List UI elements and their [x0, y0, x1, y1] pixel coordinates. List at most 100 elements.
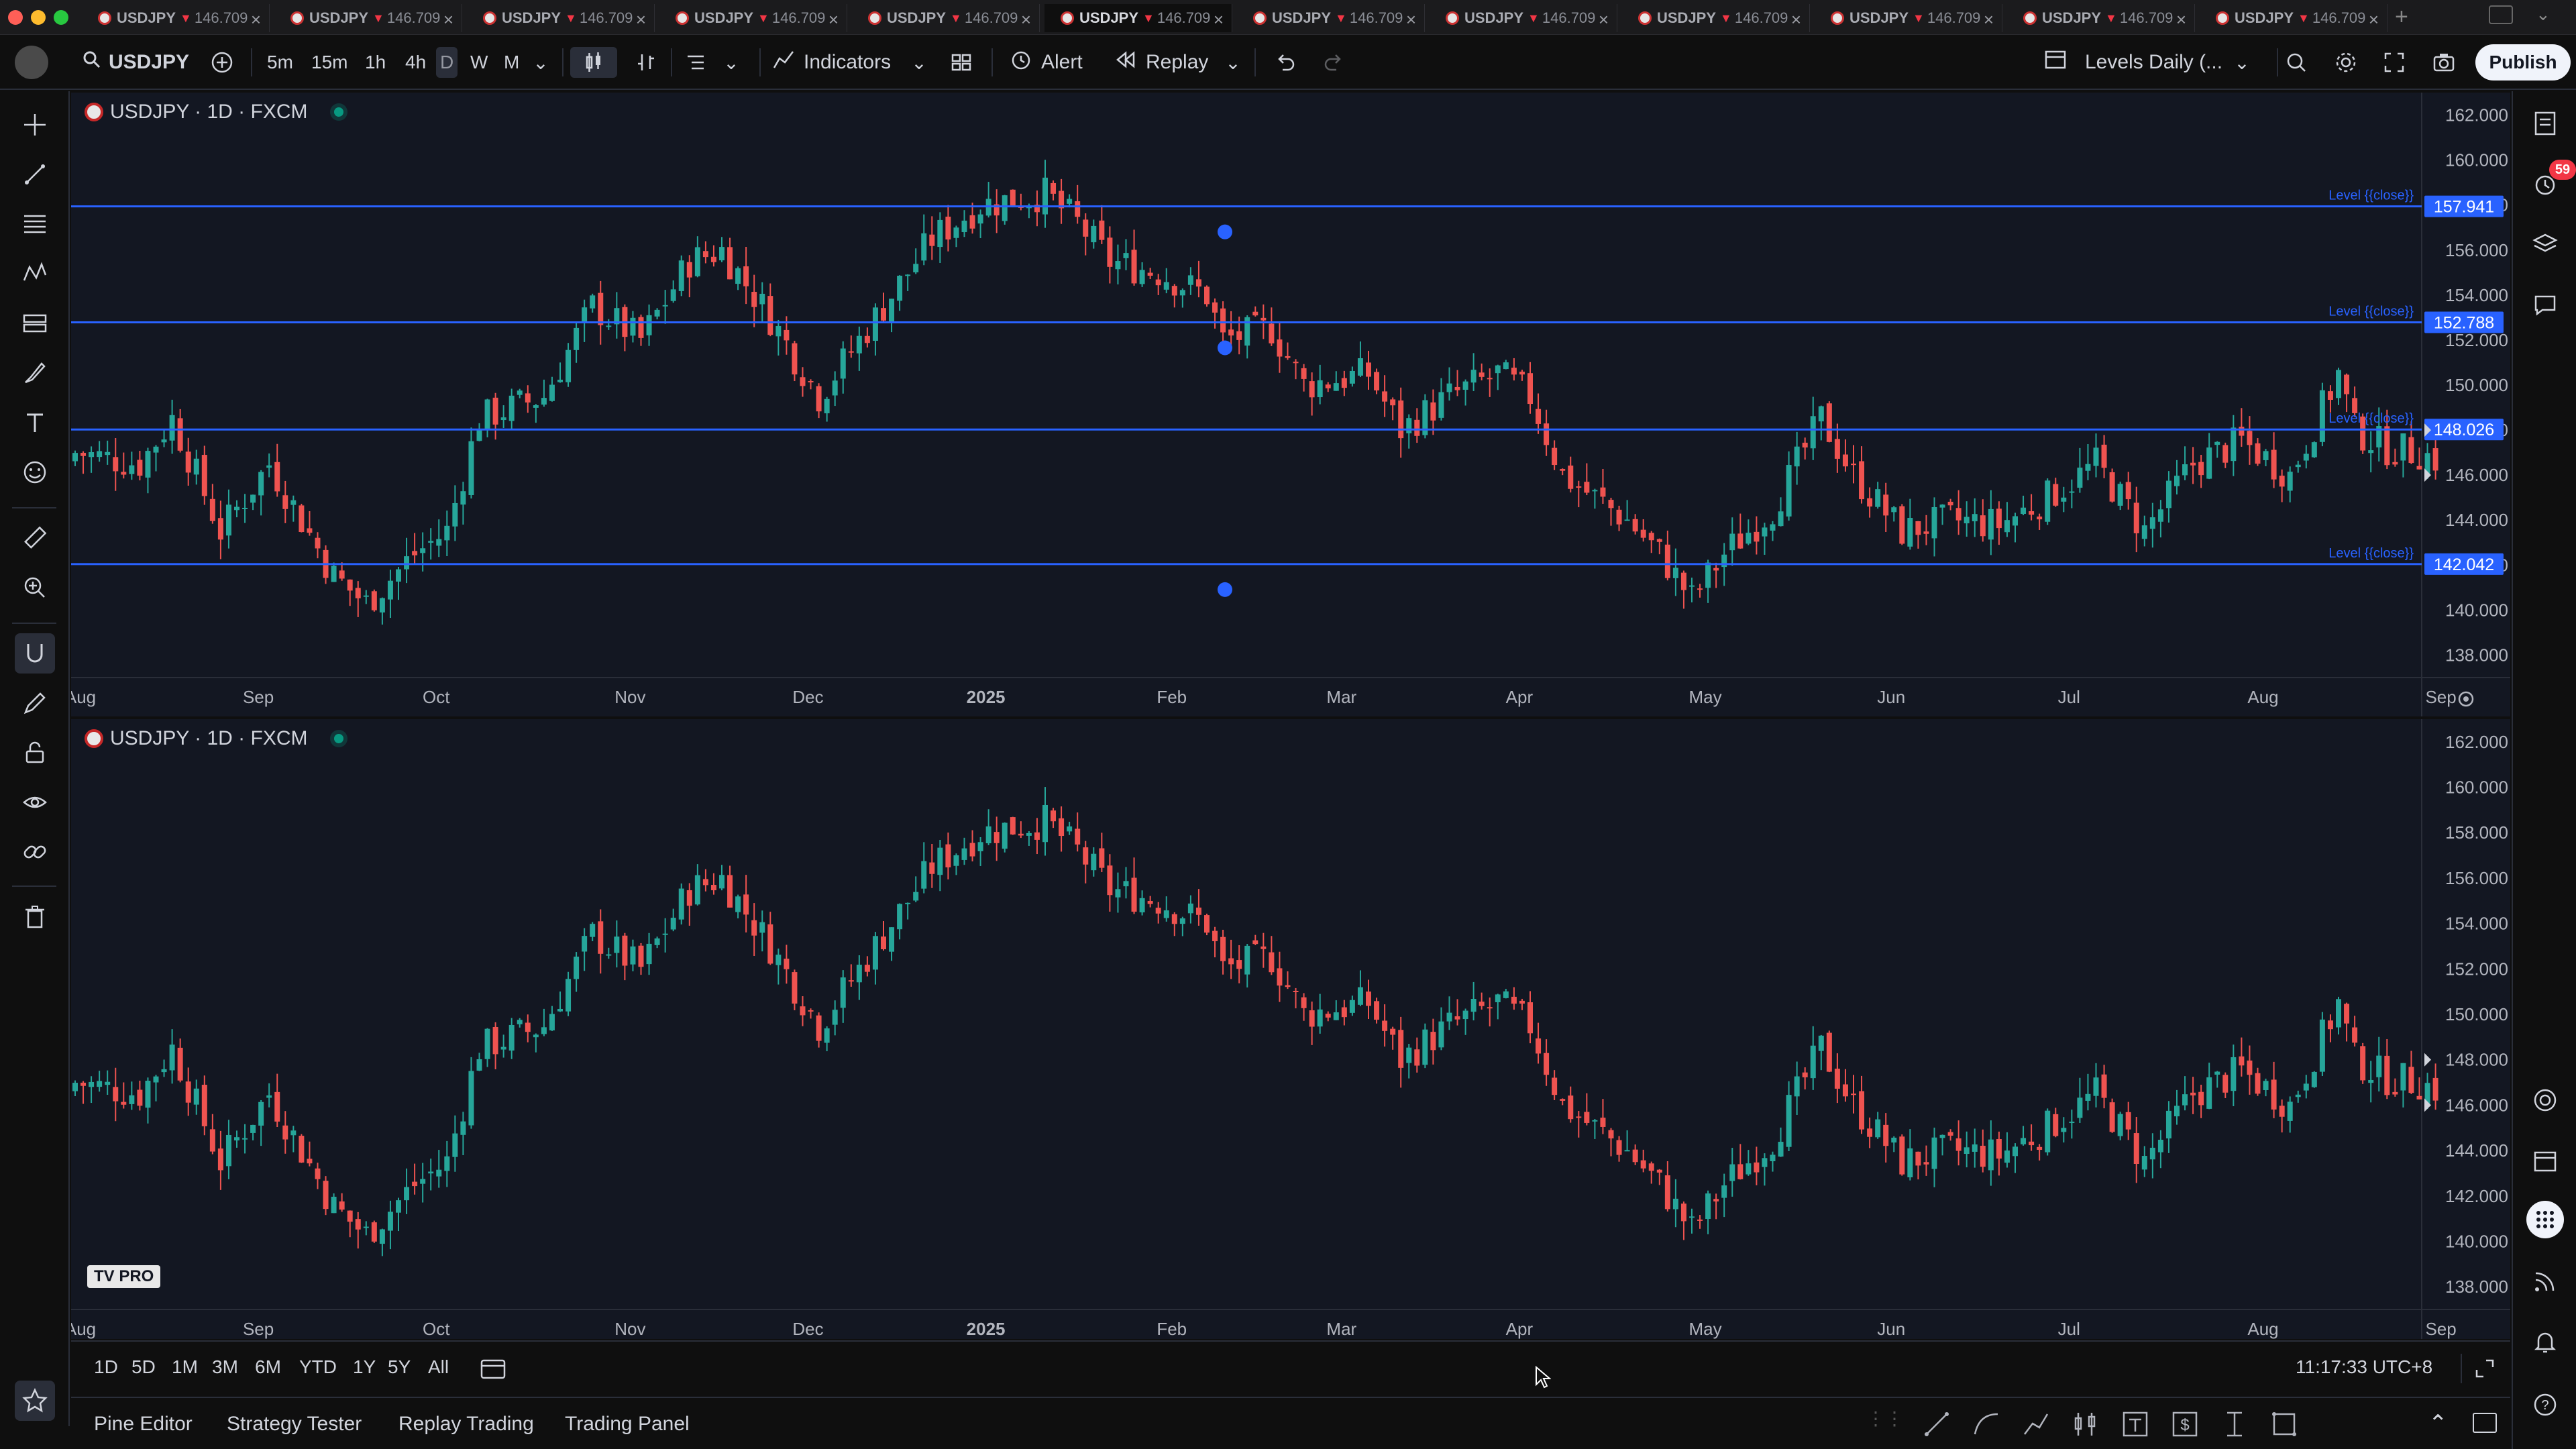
go-to-date-calendar-icon[interactable] — [479, 1355, 508, 1385]
interval-M[interactable]: M — [500, 47, 523, 78]
path-tool-icon[interactable] — [2019, 1407, 2053, 1441]
bottom-tab-trading-panel[interactable]: Trading Panel — [565, 1413, 690, 1436]
interval-5m[interactable]: 5m — [263, 47, 297, 78]
browser-tab[interactable]: USDJPY ▼ 146.709 × — [659, 4, 847, 32]
browser-tab[interactable]: USDJPY ▼ 146.709 × — [1430, 4, 1617, 32]
browser-tab[interactable]: USDJPY ▼ 146.709 × — [274, 4, 462, 32]
minimize-window-button[interactable] — [31, 10, 46, 25]
chevron-down-icon[interactable]: ⌄ — [723, 47, 739, 78]
range-YTD[interactable]: YTD — [299, 1356, 337, 1378]
chevron-down-icon[interactable]: ⌄ — [533, 47, 549, 78]
chevron-down-icon[interactable]: ⌄ — [2234, 47, 2250, 78]
interval-4h[interactable]: 4h — [401, 47, 430, 78]
browser-tab[interactable]: USDJPY ▼ 146.709 × — [1237, 4, 1425, 32]
range-5D[interactable]: 5D — [131, 1356, 156, 1378]
chevron-down-icon[interactable]: ⌄ — [911, 47, 927, 78]
rectangle-tool-icon[interactable] — [2267, 1407, 2301, 1441]
browser-tab[interactable]: USDJPY ▼ 146.709 × — [82, 4, 270, 32]
chart-pane-top[interactable]: 162.000160.000158.000156.000154.000152.0… — [71, 93, 2510, 716]
trash-icon[interactable] — [15, 896, 55, 936]
fib-retracement-icon[interactable] — [15, 204, 55, 244]
chat-icon[interactable] — [2526, 286, 2564, 323]
close-tab-icon[interactable]: × — [1406, 9, 1416, 30]
close-tab-icon[interactable]: × — [828, 9, 839, 30]
candles-chart-type-button[interactable] — [570, 47, 617, 78]
fullscreen-icon[interactable] — [2379, 47, 2410, 78]
range-5Y[interactable]: 5Y — [388, 1356, 411, 1378]
news-feed-icon[interactable] — [2526, 1263, 2564, 1300]
long-position-icon[interactable] — [2069, 1407, 2102, 1441]
pane-legend-bottom[interactable]: USDJPY · 1D · FXCM — [85, 727, 344, 750]
range-1M[interactable]: 1M — [172, 1356, 198, 1378]
level-anchor-handle[interactable] — [1218, 582, 1232, 597]
brush-icon[interactable] — [15, 353, 55, 393]
range-All[interactable]: All — [428, 1356, 449, 1378]
collapse-panel-chevron-icon[interactable]: ⌃ — [2428, 1410, 2448, 1437]
crosshair-icon[interactable] — [15, 105, 55, 145]
chevron-down-icon[interactable]: ⌄ — [1225, 47, 1241, 78]
ruler-measure-icon[interactable] — [15, 518, 55, 558]
bottom-tab-pine-editor[interactable]: Pine Editor — [94, 1413, 193, 1436]
browser-tab[interactable]: USDJPY ▼ 146.709 × — [2200, 4, 2387, 32]
notifications-bell-icon[interactable] — [2526, 1323, 2564, 1360]
range-1Y[interactable]: 1Y — [353, 1356, 376, 1378]
interval-1h[interactable]: 1h — [361, 47, 390, 78]
browser-tab[interactable]: USDJPY ▼ 146.709 × — [1622, 4, 1810, 32]
indicators-button[interactable]: Indicators — [771, 35, 891, 90]
undo-icon[interactable] — [1269, 47, 1300, 78]
timezone-clock[interactable]: 11:17:33 UTC+8 — [2296, 1356, 2432, 1378]
calendar-icon[interactable] — [2526, 1142, 2564, 1179]
close-tab-icon[interactable]: × — [2176, 9, 2186, 30]
text-note-icon[interactable] — [2118, 1407, 2152, 1441]
close-window-button[interactable] — [8, 10, 23, 25]
patterns-icon[interactable] — [15, 254, 55, 294]
redo-icon[interactable] — [1319, 47, 1350, 78]
bottom-tab-replay-trading[interactable]: Replay Trading — [398, 1413, 534, 1436]
sidebar-toggle-icon[interactable] — [2489, 5, 2513, 24]
zoom-in-icon[interactable] — [15, 568, 55, 608]
browser-tab[interactable]: USDJPY ▼ 146.709 × — [467, 4, 655, 32]
interval-W[interactable]: W — [466, 47, 492, 78]
browser-tab[interactable]: USDJPY ▼ 146.709 × — [1044, 4, 1232, 32]
drag-handle-icon[interactable]: ⋮⋮ — [1866, 1407, 1904, 1441]
new-tab-button[interactable]: + — [2395, 4, 2408, 30]
favorites-star-icon[interactable] — [15, 1381, 55, 1421]
browser-tab[interactable]: USDJPY ▼ 146.709 × — [852, 4, 1040, 32]
interval-15m[interactable]: 15m — [307, 47, 352, 78]
price-label-icon[interactable]: $ — [2168, 1407, 2202, 1441]
user-avatar[interactable] — [15, 46, 48, 79]
close-tab-icon[interactable]: × — [1984, 9, 1994, 30]
chart-settings-list-icon[interactable] — [680, 47, 711, 78]
stay-in-drawing-mode-icon[interactable] — [15, 683, 55, 723]
prediction-measure-icon[interactable] — [15, 303, 55, 343]
eye-visibility-icon[interactable] — [15, 782, 55, 822]
line-tool-icon[interactable] — [1920, 1407, 1953, 1441]
close-tab-icon[interactable]: × — [636, 9, 646, 30]
browser-tab[interactable]: USDJPY ▼ 146.709 × — [1815, 4, 2002, 32]
help-icon[interactable]: ? — [2526, 1386, 2564, 1424]
close-tab-icon[interactable]: × — [1214, 9, 1224, 30]
settings-gear-icon[interactable] — [2330, 47, 2361, 78]
emoji-icon[interactable] — [15, 452, 55, 492]
close-tab-icon[interactable]: × — [443, 9, 453, 30]
apps-grid-icon[interactable] — [2526, 1201, 2564, 1238]
maximize-panel-icon[interactable] — [2473, 1413, 2497, 1433]
close-tab-icon[interactable]: × — [2369, 9, 2379, 30]
level-anchor-handle[interactable] — [1218, 340, 1232, 356]
quick-search-icon[interactable] — [2281, 47, 2312, 78]
pane-legend-top[interactable]: USDJPY · 1D · FXCM — [85, 101, 344, 123]
bar-chart-type-icon[interactable] — [631, 47, 661, 78]
chevron-down-icon[interactable]: ⌄ — [2536, 4, 2551, 25]
camera-snapshot-icon[interactable] — [2428, 47, 2459, 78]
templates-grid-icon[interactable] — [946, 47, 977, 78]
close-tab-icon[interactable]: × — [251, 9, 261, 30]
browser-tab[interactable]: USDJPY ▼ 146.709 × — [2007, 4, 2195, 32]
watchlist-icon[interactable] — [2526, 105, 2564, 142]
maximize-pane-icon[interactable] — [2473, 1356, 2497, 1384]
layout-selector[interactable]: Levels Daily (... — [2043, 35, 2222, 90]
magnet-icon[interactable] — [15, 633, 55, 674]
curve-tool-icon[interactable] — [1970, 1407, 2003, 1441]
chart-pane-bottom[interactable]: 162.000 160.000 158.000 156.000 154.000 152.0… — [71, 719, 2510, 1339]
interval-D[interactable]: D — [436, 47, 458, 78]
vertical-text-icon[interactable] — [2218, 1407, 2251, 1441]
